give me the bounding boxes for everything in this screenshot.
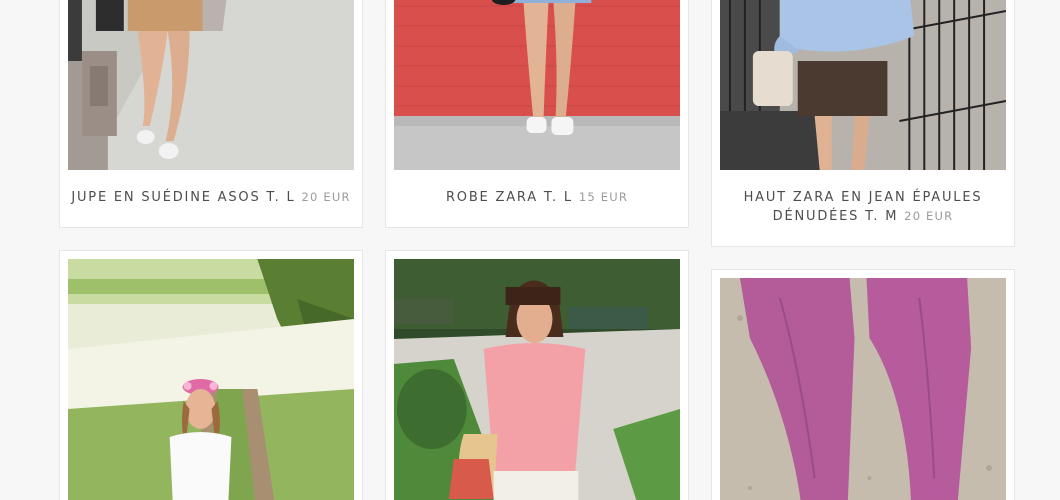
product-name[interactable]: Jupe en suédine Asos T. L — [71, 190, 295, 205]
product-card-pink-pants[interactable] — [711, 269, 1015, 500]
product-card-white-lace-dress[interactable] — [59, 250, 363, 500]
product-grid: Jupe en suédine Asos T. L 20 EUR — [0, 0, 1060, 500]
product-caption-zara-dress: Robe Zara T. L 15 EUR — [392, 188, 682, 207]
product-price: 15 EUR — [578, 190, 629, 204]
product-caption-zara-denim-top: Haut Zara en jean épaules dénudées T. M … — [718, 188, 1008, 226]
product-photo-zara-denim-top[interactable] — [720, 0, 1006, 170]
product-photo-zara-dress[interactable] — [394, 0, 680, 170]
product-price: 20 EUR — [301, 190, 351, 204]
product-card-suede-skirt[interactable]: Jupe en suédine Asos T. L 20 EUR — [59, 0, 363, 228]
product-price: 20 EUR — [904, 209, 954, 223]
product-photo-pink-pants[interactable] — [720, 278, 1006, 500]
product-card-pink-top[interactable] — [385, 250, 689, 500]
product-card-zara-denim-top[interactable]: Haut Zara en jean épaules dénudées T. M … — [711, 0, 1015, 247]
product-photo-pink-top[interactable] — [394, 259, 680, 500]
product-photo-white-lace-dress[interactable] — [68, 259, 354, 500]
product-photo-suede-skirt[interactable] — [68, 0, 354, 170]
product-name[interactable]: Robe Zara T. L — [446, 190, 573, 205]
product-caption-suede-skirt: Jupe en suédine Asos T. L 20 EUR — [66, 188, 356, 207]
product-card-zara-dress[interactable]: Robe Zara T. L 15 EUR — [385, 0, 689, 228]
